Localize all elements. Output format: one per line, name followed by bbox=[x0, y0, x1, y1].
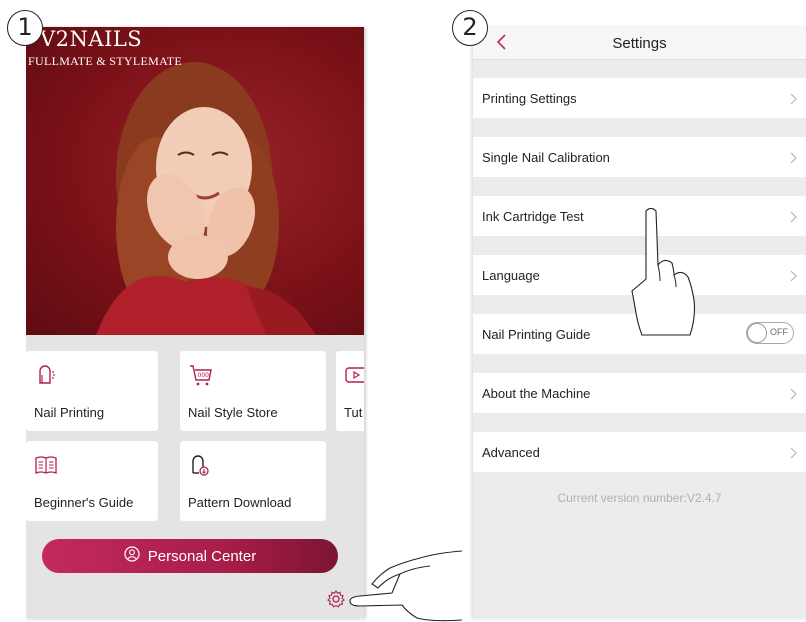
nail-printing-guide-toggle[interactable]: OFF bbox=[746, 322, 794, 344]
hero-banner: V2NAILS FULLMATE & STYLEMATE bbox=[26, 27, 364, 335]
chevron-right-icon bbox=[790, 92, 797, 110]
nail-printing-icon bbox=[34, 363, 58, 392]
tile-nail-printing[interactable]: Nail Printing bbox=[26, 351, 158, 431]
nav-bar: Settings bbox=[473, 27, 806, 60]
tile-nail-style-store[interactable]: 000 Nail Style Store bbox=[180, 351, 326, 431]
row-label: About the Machine bbox=[482, 386, 591, 401]
pointing-hand-illustration bbox=[349, 550, 463, 622]
tile-label: Nail Style Store bbox=[188, 405, 278, 420]
step-1-badge: 1 bbox=[7, 10, 43, 46]
row-label: Advanced bbox=[482, 445, 540, 460]
guide-book-icon bbox=[34, 453, 58, 482]
hero-photo bbox=[96, 62, 316, 335]
tile-tutorial[interactable]: Tut bbox=[336, 351, 364, 431]
home-screen: V2NAILS FULLMATE & STYLEMATE Nail Printi… bbox=[26, 27, 364, 619]
tile-beginners-guide[interactable]: Beginner's Guide bbox=[26, 441, 158, 521]
pointing-hand-illustration bbox=[631, 207, 696, 336]
tile-label: Beginner's Guide bbox=[34, 495, 134, 510]
row-label: Printing Settings bbox=[482, 91, 577, 106]
chevron-right-icon bbox=[790, 151, 797, 169]
toggle-state-label: OFF bbox=[770, 327, 788, 337]
personal-center-button[interactable]: Personal Center bbox=[42, 539, 338, 573]
chevron-right-icon bbox=[790, 210, 797, 228]
row-label: Single Nail Calibration bbox=[482, 150, 610, 165]
user-icon bbox=[124, 546, 140, 566]
version-text: Current version number:V2.4.7 bbox=[557, 491, 722, 505]
pattern-download-icon bbox=[188, 453, 212, 482]
settings-row-printing-settings[interactable]: Printing Settings bbox=[473, 78, 806, 118]
svg-text:000: 000 bbox=[198, 372, 210, 379]
store-basket-icon: 000 bbox=[188, 363, 214, 392]
brand-title: V2NAILS bbox=[40, 27, 143, 51]
settings-row-about-the-machine[interactable]: About the Machine bbox=[473, 373, 806, 413]
tile-label: Pattern Download bbox=[188, 495, 292, 510]
chevron-right-icon bbox=[790, 269, 797, 287]
tile-label: Nail Printing bbox=[34, 405, 105, 420]
tile-pattern-download[interactable]: Pattern Download bbox=[180, 441, 326, 521]
step-2-badge: 2 bbox=[452, 10, 488, 46]
row-label: Language bbox=[482, 268, 540, 283]
toggle-knob bbox=[747, 323, 767, 343]
page-title: Settings bbox=[612, 35, 667, 52]
chevron-right-icon bbox=[790, 446, 797, 464]
row-label: Nail Printing Guide bbox=[482, 327, 591, 342]
personal-center-label: Personal Center bbox=[147, 547, 257, 565]
tutorial-play-icon bbox=[344, 363, 364, 392]
tile-label: Tut bbox=[344, 405, 363, 420]
chevron-right-icon bbox=[790, 387, 797, 405]
brand-subtitle: FULLMATE & STYLEMATE bbox=[28, 54, 182, 68]
settings-row-advanced[interactable]: Advanced bbox=[473, 432, 806, 472]
settings-row-single-nail-calibration[interactable]: Single Nail Calibration bbox=[473, 137, 806, 177]
row-label: Ink Cartridge Test bbox=[482, 209, 584, 224]
